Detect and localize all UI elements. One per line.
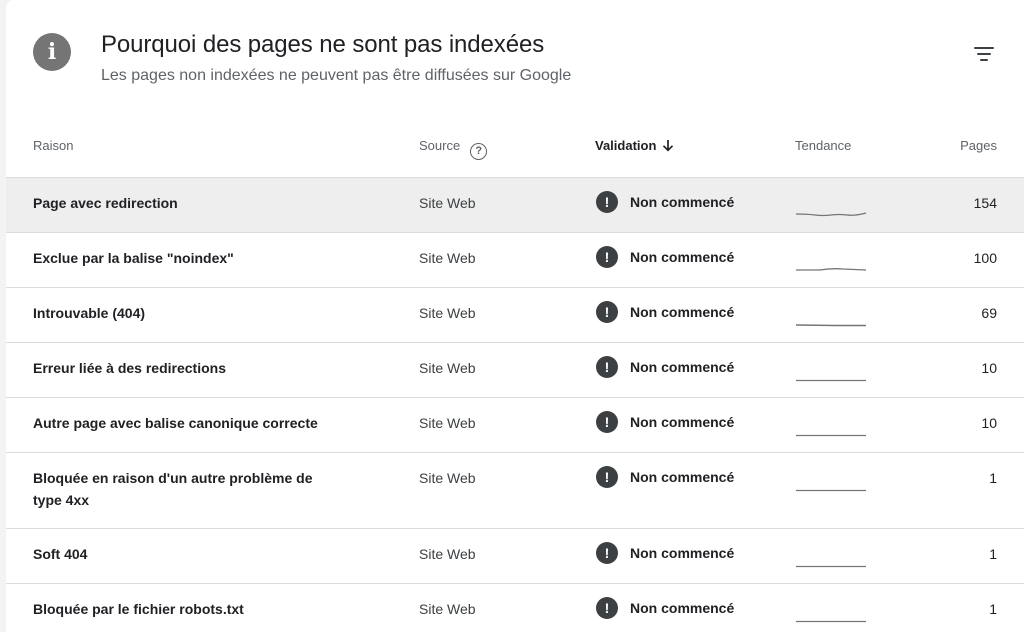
row-source: Site Web xyxy=(419,360,476,376)
row-source: Site Web xyxy=(419,601,476,617)
help-icon[interactable]: ? xyxy=(470,143,488,160)
card-header: i Pourquoi des pages ne sont pas indexée… xyxy=(6,0,1024,120)
row-pages: 1 xyxy=(989,546,997,562)
row-pages: 100 xyxy=(973,250,997,266)
row-pages: 10 xyxy=(981,415,997,431)
warning-icon: ! xyxy=(596,301,618,323)
row-raison: Erreur liée à des redirections xyxy=(33,360,226,376)
warning-icon: ! xyxy=(596,466,618,488)
row-source: Site Web xyxy=(419,305,476,321)
row-source: Site Web xyxy=(419,415,476,431)
col-pages[interactable]: Pages xyxy=(960,138,997,153)
row-validation: ! Non commencé xyxy=(596,301,734,323)
row-validation-label: Non commencé xyxy=(630,600,735,616)
col-raison[interactable]: Raison xyxy=(33,138,73,153)
row-pages: 154 xyxy=(973,195,997,211)
warning-icon: ! xyxy=(596,246,618,268)
row-pages: 1 xyxy=(989,470,997,486)
row-raison: Autre page avec balise canonique correct… xyxy=(33,415,318,431)
table-row[interactable]: Page avec redirection Site Web ! Non comm… xyxy=(6,178,1024,233)
row-pages: 10 xyxy=(981,360,997,376)
row-raison: Bloquée par le fichier robots.txt xyxy=(33,601,244,617)
row-pages: 69 xyxy=(981,305,997,321)
trend-sparkline xyxy=(795,245,867,278)
row-validation-label: Non commencé xyxy=(630,414,735,430)
trend-sparkline xyxy=(795,190,867,223)
info-icon: i xyxy=(33,33,71,71)
row-source: Site Web xyxy=(419,546,476,562)
trend-sparkline xyxy=(795,410,867,443)
row-raison: Soft 404 xyxy=(33,546,88,562)
row-validation: ! Non commencé xyxy=(596,466,734,488)
row-validation-label: Non commencé xyxy=(630,249,735,265)
table-body: Page avec redirection Site Web ! Non comm… xyxy=(6,178,1024,632)
row-validation: ! Non commencé xyxy=(596,411,734,433)
page-subtitle: Les pages non indexées ne peuvent pas êt… xyxy=(101,67,572,84)
table-row[interactable]: Autre page avec balise canonique correct… xyxy=(6,398,1024,453)
table-row[interactable]: Erreur liée à des redirections Site Web … xyxy=(6,343,1024,398)
table-row[interactable]: Soft 404 Site Web ! Non commencé 1 xyxy=(6,529,1024,584)
table-row[interactable]: Introuvable (404) Site Web ! Non commencé… xyxy=(6,288,1024,343)
arrow-down-icon xyxy=(663,140,674,152)
trend-sparkline xyxy=(795,465,867,498)
warning-icon: ! xyxy=(596,542,618,564)
row-validation-label: Non commencé xyxy=(630,469,735,485)
col-source-label: Source xyxy=(419,138,461,153)
row-validation: ! Non commencé xyxy=(596,191,734,213)
table-row[interactable]: Exclue par la balise "noindex" Site Web … xyxy=(6,233,1024,288)
col-validation-label: Validation xyxy=(595,138,657,153)
trend-sparkline xyxy=(795,355,867,388)
row-raison: Page avec redirection xyxy=(33,195,178,211)
row-raison: Bloquée en raison d'un autre problème de… xyxy=(33,470,313,508)
table-header: Raison Source? Validation Tendance Pages xyxy=(6,120,1024,178)
row-validation: ! Non commencé xyxy=(596,542,734,564)
row-validation: ! Non commencé xyxy=(596,597,734,619)
row-validation: ! Non commencé xyxy=(596,246,734,268)
row-raison: Exclue par la balise "noindex" xyxy=(33,250,234,266)
row-pages: 1 xyxy=(989,601,997,617)
warning-icon: ! xyxy=(596,356,618,378)
report-card: i Pourquoi des pages ne sont pas indexée… xyxy=(6,0,1024,632)
row-validation-label: Non commencé xyxy=(630,359,735,375)
filter-icon[interactable] xyxy=(964,38,1004,70)
row-validation-label: Non commencé xyxy=(630,194,735,210)
warning-icon: ! xyxy=(596,597,618,619)
trend-sparkline xyxy=(795,541,867,574)
row-source: Site Web xyxy=(419,250,476,266)
row-validation-label: Non commencé xyxy=(630,545,735,561)
col-source: Source? xyxy=(419,138,488,160)
page-title: Pourquoi des pages ne sont pas indexées xyxy=(101,31,545,58)
trend-sparkline xyxy=(795,300,867,333)
row-validation-label: Non commencé xyxy=(630,304,735,320)
col-tendance: Tendance xyxy=(795,138,852,153)
col-validation[interactable]: Validation xyxy=(595,138,674,153)
table-row[interactable]: Bloquée en raison d'un autre problème de… xyxy=(6,453,1024,529)
table-row[interactable]: Bloquée par le fichier robots.txt Site W… xyxy=(6,584,1024,632)
row-source: Site Web xyxy=(419,470,476,486)
row-source: Site Web xyxy=(419,195,476,211)
row-raison: Introuvable (404) xyxy=(33,305,146,321)
warning-icon: ! xyxy=(596,411,618,433)
trend-sparkline xyxy=(795,596,867,629)
row-validation: ! Non commencé xyxy=(596,356,734,378)
warning-icon: ! xyxy=(596,191,618,213)
